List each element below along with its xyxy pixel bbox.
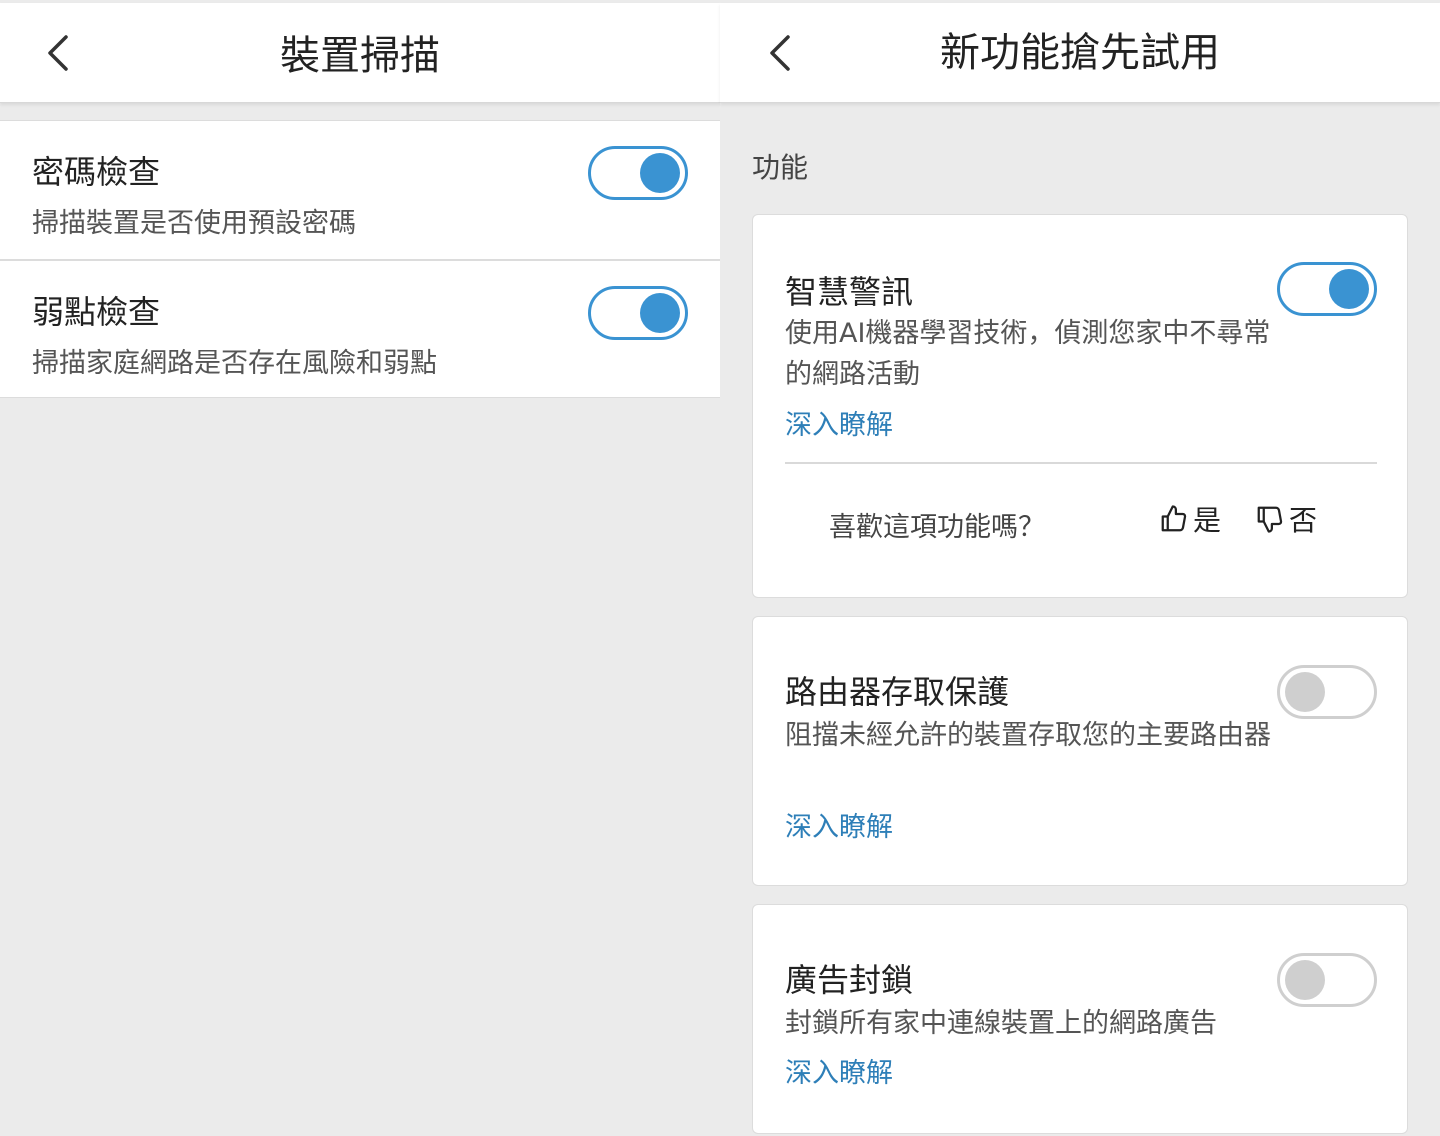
vulnerability-check-toggle[interactable] — [588, 286, 688, 340]
feedback-no-button[interactable]: 否 — [1255, 499, 1317, 539]
beta-features-header: 新功能搶先試用 — [720, 3, 1440, 103]
item-title: 弱點檢查 — [32, 293, 161, 331]
feedback-yes-label: 是 — [1193, 504, 1222, 537]
feature-title: 智慧警訊 — [785, 273, 914, 311]
divider — [785, 462, 1377, 464]
chevron-left-icon — [770, 35, 790, 71]
smart-alerts-toggle[interactable] — [1277, 262, 1377, 316]
toggle-knob — [1329, 269, 1369, 309]
item-title: 密碼檢查 — [32, 153, 161, 191]
feature-description: 使用AI機器學習技術，偵測您家中不尋常的網路活動 — [785, 318, 1271, 390]
feature-description: 阻擋未經允許的裝置存取您的主要路由器 — [785, 720, 1271, 751]
toggle-knob — [640, 293, 680, 333]
back-button[interactable] — [758, 31, 802, 75]
list-item-vulnerability-check: 弱點檢查 掃描家庭網路是否存在風險和弱點 — [0, 259, 720, 397]
device-scan-pane: 裝置掃描 密碼檢查 掃描裝置是否使用預設密碼 弱點檢查 掃描家庭網路是否存在風險… — [0, 0, 720, 1136]
page-title: 裝置掃描 — [280, 33, 440, 79]
feedback-yes-button[interactable]: 是 — [1159, 499, 1221, 539]
toggle-knob — [1285, 672, 1325, 712]
list-item-password-check: 密碼檢查 掃描裝置是否使用預設密碼 — [0, 121, 720, 259]
router-protection-toggle[interactable] — [1277, 665, 1377, 719]
feature-title: 廣告封鎖 — [785, 961, 914, 999]
page-title: 新功能搶先試用 — [940, 30, 1220, 76]
scan-options-list: 密碼檢查 掃描裝置是否使用預設密碼 弱點檢查 掃描家庭網路是否存在風險和弱點 — [0, 120, 720, 398]
feature-description: 封鎖所有家中連線裝置上的網路廣告 — [785, 1008, 1217, 1039]
toggle-knob — [640, 153, 680, 193]
chevron-left-icon — [48, 35, 68, 71]
feedback-no-label: 否 — [1289, 504, 1318, 537]
password-check-toggle[interactable] — [588, 146, 688, 200]
thumbs-down-icon — [1257, 506, 1283, 533]
section-label: 功能 — [752, 151, 809, 184]
learn-more-link[interactable]: 深入瞭解 — [785, 1051, 893, 1090]
feature-card-router-protection: 路由器存取保護 阻擋未經允許的裝置存取您的主要路由器 深入瞭解 — [752, 616, 1408, 886]
learn-more-link[interactable]: 深入瞭解 — [785, 805, 893, 844]
back-button[interactable] — [36, 31, 80, 75]
ad-blocking-toggle[interactable] — [1277, 953, 1377, 1007]
item-description: 掃描家庭網路是否存在風險和弱點 — [32, 348, 437, 379]
toggle-knob — [1285, 960, 1325, 1000]
feature-card-ad-blocking: 廣告封鎖 封鎖所有家中連線裝置上的網路廣告 深入瞭解 — [752, 904, 1408, 1134]
thumbs-up-icon — [1161, 505, 1187, 532]
device-scan-header: 裝置掃描 — [0, 3, 720, 103]
feedback-question: 喜歡這項功能嗎？ — [829, 512, 1045, 543]
item-description: 掃描裝置是否使用預設密碼 — [32, 208, 356, 239]
beta-features-pane: 新功能搶先試用 功能 智慧警訊 使用AI機器學習技術，偵測您家中不尋常的網路活動… — [720, 0, 1440, 1136]
feature-title: 路由器存取保護 — [785, 673, 1010, 711]
feature-card-smart-alerts: 智慧警訊 使用AI機器學習技術，偵測您家中不尋常的網路活動 深入瞭解 喜歡這項功… — [752, 214, 1408, 598]
learn-more-link[interactable]: 深入瞭解 — [785, 403, 893, 442]
